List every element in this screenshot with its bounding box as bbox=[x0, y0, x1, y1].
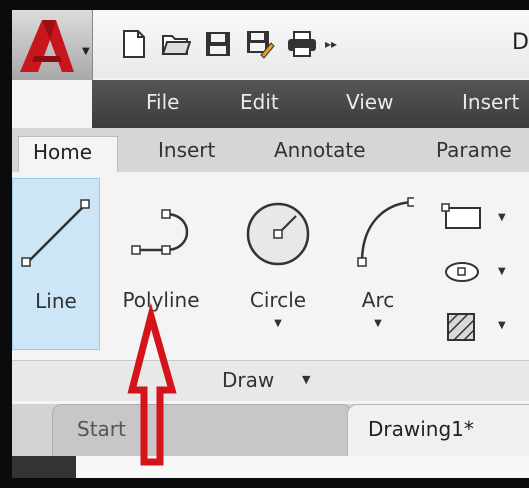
chevron-down-icon[interactable]: ▼ bbox=[342, 318, 414, 329]
rectangle-tool-button[interactable]: ▼ bbox=[440, 200, 520, 236]
tab-home-label: Home bbox=[33, 140, 93, 164]
application-menu-button[interactable]: ▼ bbox=[12, 10, 93, 80]
left-edge-strip bbox=[12, 456, 76, 478]
ellipse-tool-button[interactable]: ▼ bbox=[440, 254, 520, 290]
file-tab-start-label: Start bbox=[77, 417, 126, 441]
line-tool-button[interactable]: Line bbox=[12, 178, 100, 350]
chevron-down-icon[interactable]: ▼ bbox=[498, 266, 506, 277]
document-title: D bbox=[512, 30, 529, 55]
hatch-tool-button[interactable]: ▼ bbox=[440, 308, 520, 344]
tab-annotate[interactable]: Annotate bbox=[274, 138, 366, 162]
arc-icon bbox=[357, 197, 414, 267]
autocad-window: ▼ ▸▸ D File Edit View Insert Home Insert… bbox=[12, 10, 529, 478]
draw-panel-footer[interactable]: Draw ▼ bbox=[12, 360, 529, 401]
menu-edit[interactable]: Edit bbox=[240, 90, 279, 114]
line-tool-label: Line bbox=[35, 289, 77, 313]
tab-insert[interactable]: Insert bbox=[158, 138, 215, 162]
tab-parametric[interactable]: Parame bbox=[436, 138, 512, 162]
ellipse-icon bbox=[445, 262, 479, 282]
quick-access-toolbar: ▸▸ bbox=[117, 24, 337, 64]
arc-tool-label: Arc bbox=[361, 288, 395, 312]
draw-panel-label: Draw bbox=[222, 368, 275, 392]
circle-tool-button[interactable]: Circle ▼ bbox=[234, 178, 322, 350]
menu-bar: File Edit View Insert bbox=[92, 80, 529, 128]
save-as-icon bbox=[247, 31, 275, 59]
title-bar: ▼ ▸▸ D bbox=[12, 10, 529, 80]
ribbon-panel-draw: Line Polyline Circle ▼ Arc ▼ ▼ ▼ ▼ Draw … bbox=[12, 172, 529, 404]
new-button[interactable] bbox=[117, 26, 151, 62]
chevron-down-icon[interactable]: ▼ bbox=[234, 318, 322, 329]
arc-tool-button[interactable]: Arc ▼ bbox=[342, 178, 414, 350]
screenshot-frame: ▼ ▸▸ D File Edit View Insert Home Insert… bbox=[0, 0, 529, 488]
menu-view[interactable]: View bbox=[346, 90, 393, 114]
autocad-logo-icon bbox=[20, 20, 74, 72]
plot-button[interactable] bbox=[285, 26, 319, 62]
menu-insert[interactable]: Insert bbox=[462, 90, 519, 114]
save-disk-icon bbox=[206, 32, 230, 56]
file-tab-drawing1[interactable]: Drawing1* bbox=[347, 404, 529, 456]
polyline-icon bbox=[131, 209, 189, 255]
menu-file[interactable]: File bbox=[146, 90, 179, 114]
rectangle-icon bbox=[441, 203, 481, 229]
printer-icon bbox=[288, 31, 316, 57]
polyline-tool-label: Polyline bbox=[122, 288, 200, 312]
open-folder-icon bbox=[161, 35, 191, 55]
tab-home[interactable]: Home bbox=[18, 136, 118, 174]
polyline-tool-button[interactable]: Polyline bbox=[108, 178, 214, 350]
open-button[interactable] bbox=[159, 26, 193, 62]
line-icon bbox=[21, 199, 90, 267]
file-tab-bar: Start Drawing1* bbox=[12, 404, 529, 456]
new-file-icon bbox=[123, 30, 145, 58]
drawing-area-edge bbox=[12, 456, 529, 478]
file-tab-drawing1-label: Drawing1* bbox=[368, 417, 474, 441]
save-as-button[interactable] bbox=[243, 26, 277, 62]
chevron-down-icon[interactable]: ▼ bbox=[498, 320, 506, 331]
circle-tool-label: Circle bbox=[249, 288, 307, 312]
chevron-down-icon: ▼ bbox=[302, 373, 311, 386]
hatch-icon bbox=[447, 313, 475, 341]
circle-icon bbox=[246, 202, 310, 266]
save-button[interactable] bbox=[201, 26, 235, 62]
chevron-down-icon[interactable]: ▼ bbox=[498, 212, 506, 223]
ribbon-tab-row: Home Insert Annotate Parame bbox=[12, 128, 529, 174]
chevron-down-icon: ▼ bbox=[82, 46, 90, 57]
qat-more-button[interactable]: ▸▸ bbox=[325, 37, 337, 51]
file-tab-start[interactable]: Start bbox=[52, 404, 352, 456]
